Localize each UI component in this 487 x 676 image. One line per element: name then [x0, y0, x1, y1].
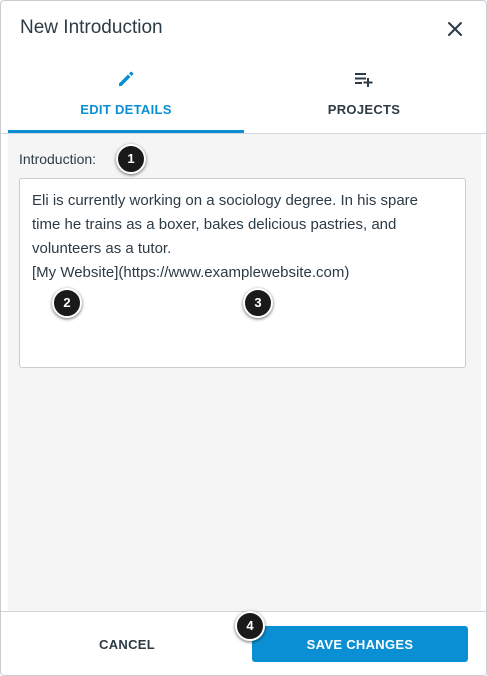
playlist-add-icon	[355, 73, 373, 87]
tab-bar: EDIT DETAILS PROJECTS	[1, 59, 486, 134]
introduction-textarea[interactable]: Eli is currently working on a sociology …	[19, 178, 466, 368]
pencil-icon	[119, 71, 134, 86]
close-button[interactable]	[441, 15, 469, 43]
close-icon	[448, 22, 462, 36]
new-introduction-modal: New Introduction EDIT DETAILS PROJECTS I…	[0, 0, 487, 676]
tab-projects[interactable]: PROJECTS	[244, 59, 484, 133]
introduction-text-line: volunteers as a tutor.	[32, 240, 172, 257]
cancel-button[interactable]: CANCEL	[57, 626, 197, 662]
callout-badge-3: 3	[243, 288, 273, 318]
tab-edit-details-label: EDIT DETAILS	[80, 102, 172, 117]
introduction-label: Introduction:	[19, 151, 97, 167]
tab-projects-label: PROJECTS	[327, 102, 401, 117]
save-changes-button[interactable]: SAVE CHANGES	[252, 626, 468, 662]
callout-badge-2: 2	[52, 288, 82, 318]
modal-header: New Introduction	[1, 1, 486, 59]
introduction-text-line: time he trains as a boxer, bakes delicio…	[32, 216, 397, 233]
callout-badge-1: 1	[116, 144, 146, 174]
introduction-text-line: [My Website](https://www.examplewebsite.…	[32, 264, 350, 281]
edit-details-panel: Introduction: Eli is currently working o…	[8, 134, 481, 611]
modal-title: New Introduction	[20, 17, 163, 38]
callout-badge-4: 4	[235, 611, 265, 641]
introduction-text-line: Eli is currently working on a sociology …	[32, 192, 419, 209]
tab-edit-details[interactable]: EDIT DETAILS	[8, 59, 244, 133]
